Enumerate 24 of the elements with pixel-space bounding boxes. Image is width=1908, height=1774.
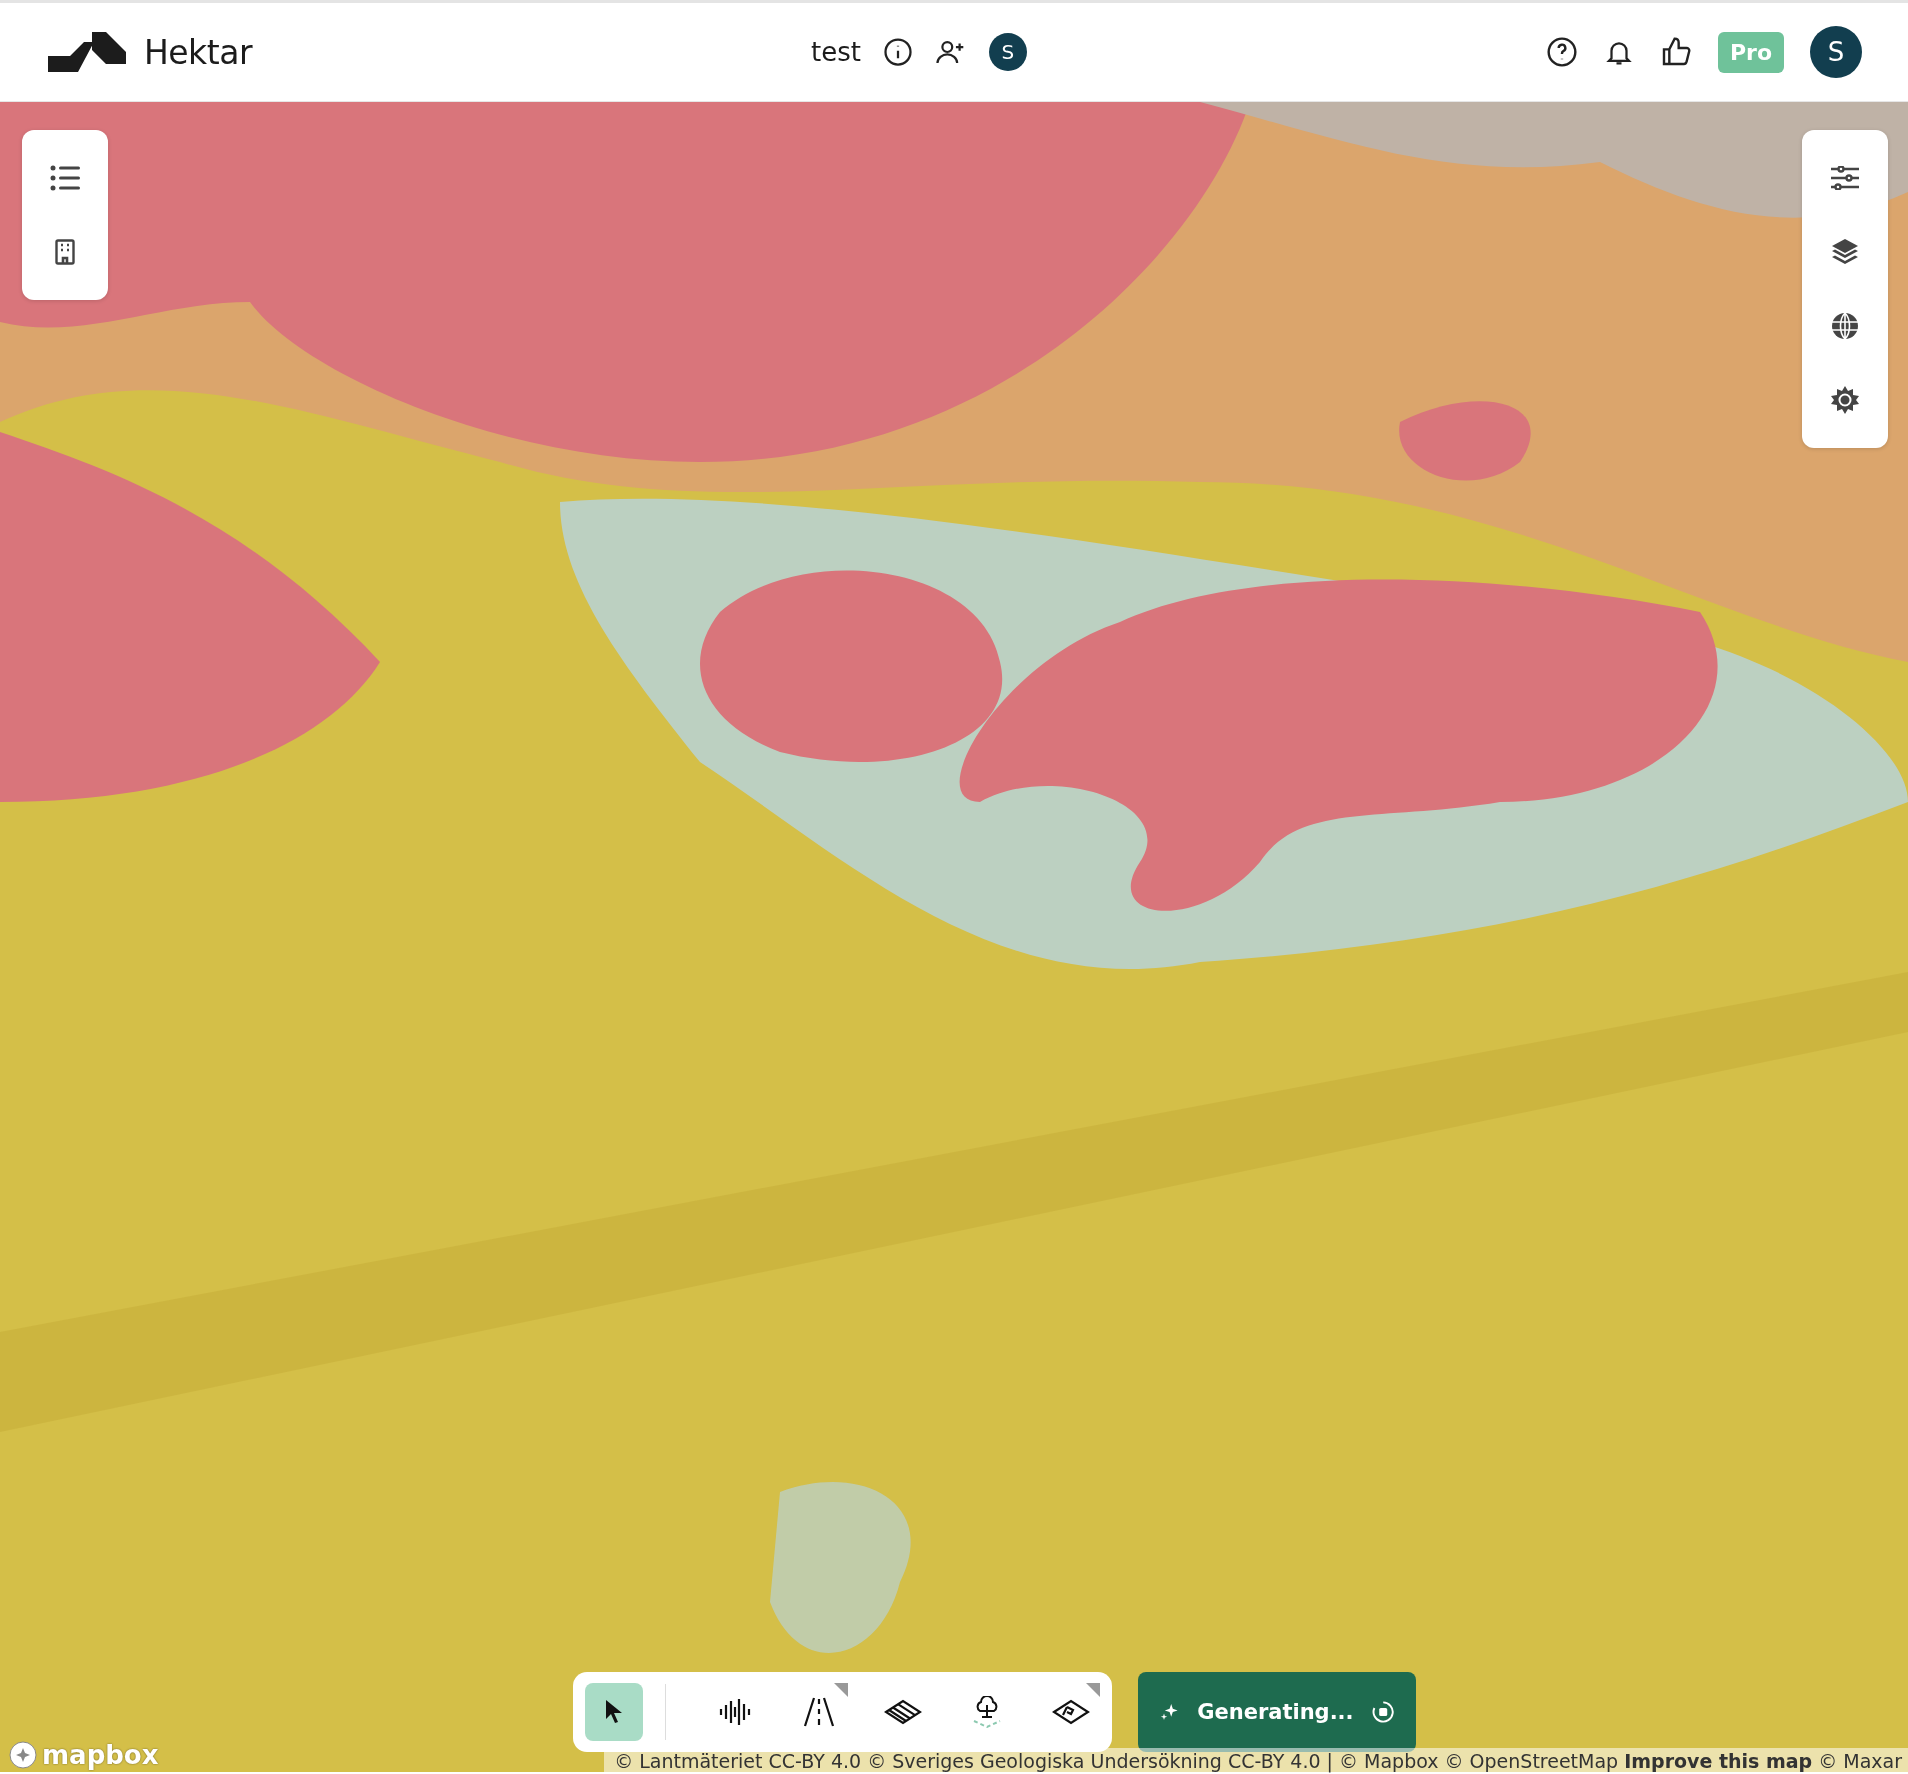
logo-icon bbox=[48, 32, 126, 72]
pointer-tool-button[interactable] bbox=[585, 1683, 643, 1741]
help-icon[interactable] bbox=[1545, 36, 1578, 68]
attribution-text: © Lantmäteriet CC-BY 4.0 © Sveriges Geologiska Undersökning CC-BY 4.0 | © Mapbox © OpenStreetMap bbox=[614, 1749, 1619, 1774]
user-avatar[interactable]: S bbox=[1810, 26, 1862, 78]
list-icon bbox=[50, 165, 80, 191]
generate-button[interactable]: Generating... bbox=[1138, 1672, 1416, 1752]
layers-icon bbox=[1831, 238, 1859, 266]
globe-icon bbox=[1831, 312, 1859, 340]
brand-name: Hektar bbox=[144, 32, 252, 72]
info-icon[interactable] bbox=[882, 37, 913, 67]
building-icon bbox=[55, 239, 75, 265]
sliders-icon bbox=[1830, 166, 1860, 190]
sun-icon bbox=[1831, 386, 1859, 414]
road-icon bbox=[803, 1697, 835, 1727]
attribution-text: © Maxar bbox=[1818, 1749, 1902, 1774]
parking-icon bbox=[1052, 1699, 1090, 1725]
collaborator-avatar: S bbox=[988, 33, 1027, 71]
improve-map-link[interactable]: Improve this map bbox=[1624, 1748, 1813, 1774]
mapbox-logo-icon bbox=[8, 1740, 38, 1770]
crosswalk-icon bbox=[884, 1699, 922, 1725]
stop-icon bbox=[1371, 1698, 1394, 1726]
project-name: test bbox=[810, 37, 861, 67]
waveform-icon bbox=[719, 1698, 751, 1726]
